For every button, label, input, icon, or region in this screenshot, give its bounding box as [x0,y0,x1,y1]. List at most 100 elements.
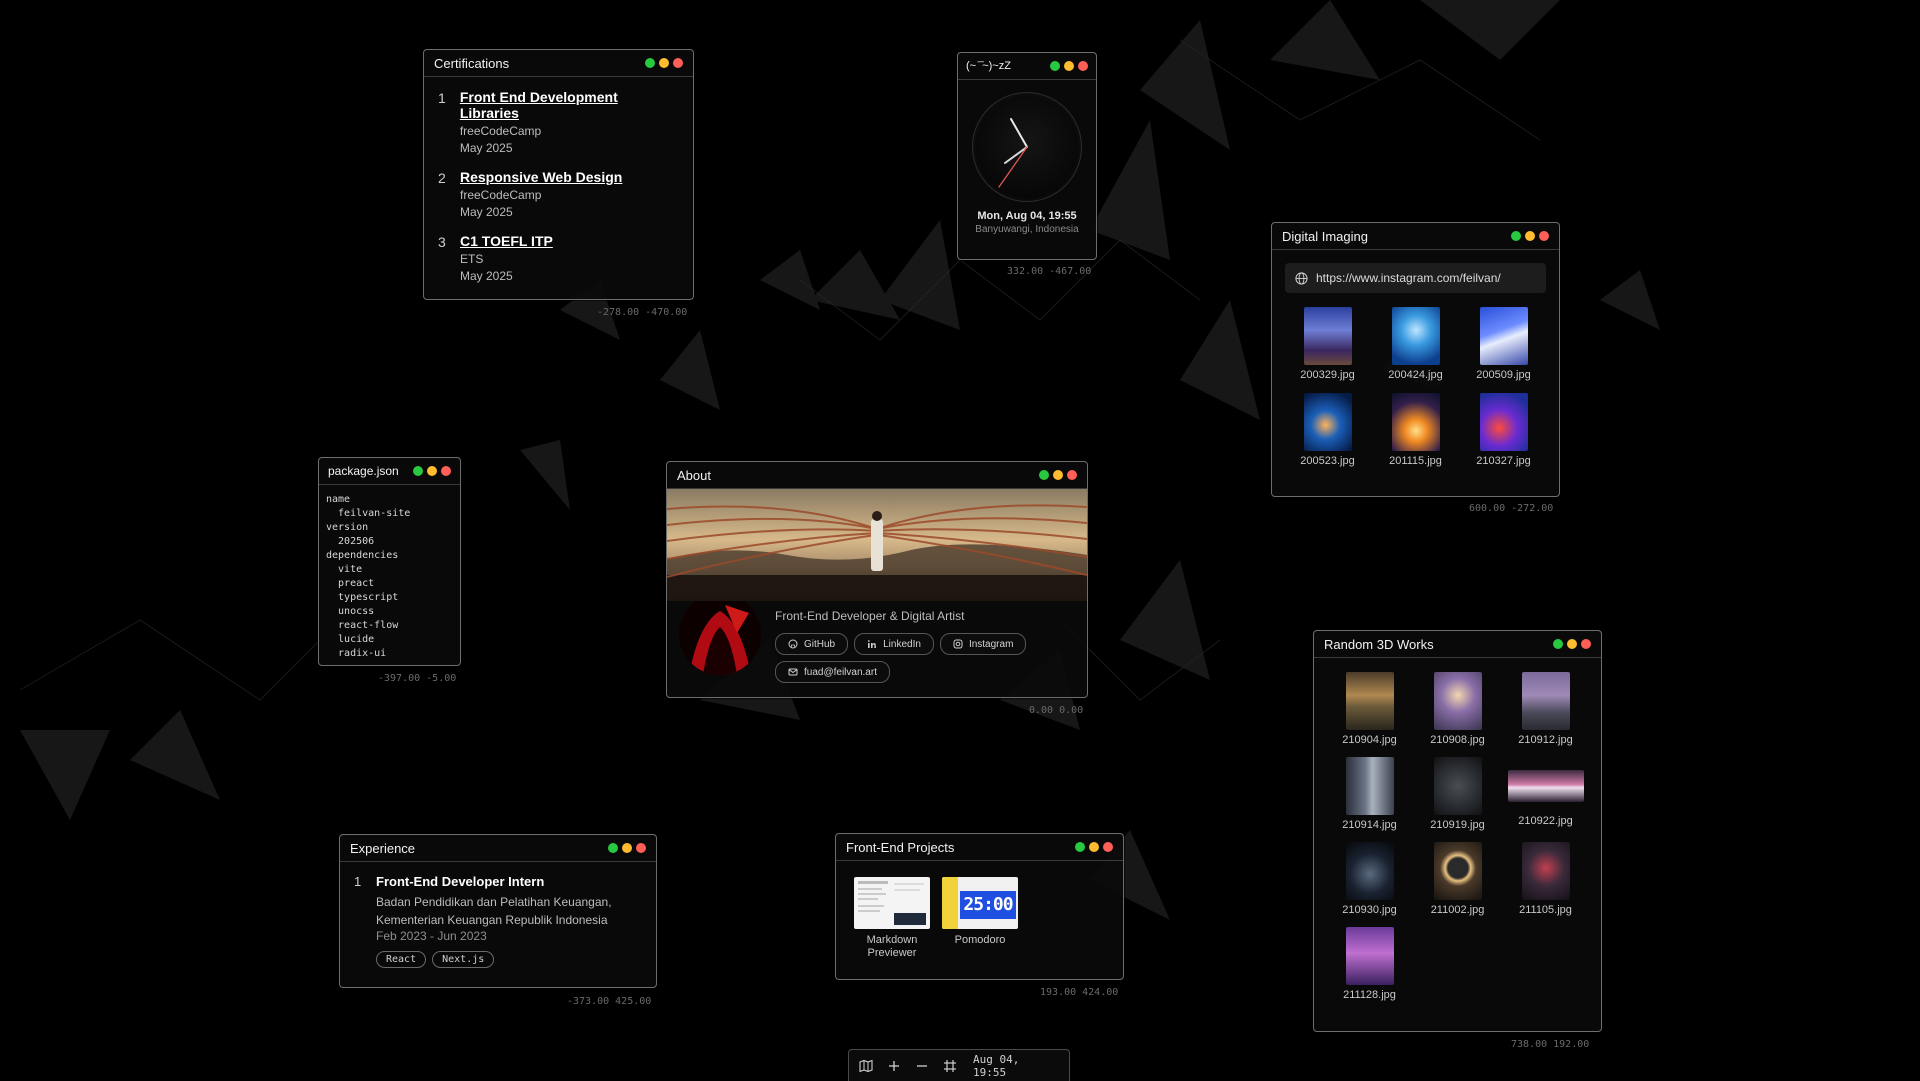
window-titlebar[interactable]: About [667,462,1087,489]
maximize-button[interactable] [1511,231,1521,241]
artwork-image [1391,393,1440,451]
code-line: version [326,522,369,533]
node-coordinates: 600.00 -272.00 [1469,503,1554,514]
minimize-button[interactable] [659,58,669,68]
certification-date: May 2025 [460,205,513,219]
certification-link[interactable]: Responsive Web Design [460,169,622,185]
close-button[interactable] [441,466,451,476]
project-pomodoro[interactable]: 25:00 Pomodoro [942,877,1018,960]
image-thumbnail[interactable]: 210327.jpg [1460,393,1548,467]
random-3d-works-window[interactable]: Random 3D Works 210904.jpg 210908.jpg 21… [1313,630,1602,1032]
image-thumbnail[interactable]: 200523.jpg [1284,393,1372,467]
certification-issuer: ETS [460,252,484,266]
maximize-button[interactable] [1039,470,1049,480]
image-thumbnail[interactable]: 210922.jpg [1502,757,1590,831]
frame-icon[interactable] [943,1059,957,1073]
image-thumbnail[interactable]: 210930.jpg [1326,842,1414,916]
minimize-button[interactable] [1064,61,1074,71]
certification-issuer: freeCodeCamp [460,188,542,202]
minimize-button[interactable] [622,843,632,853]
window-controls [413,466,451,476]
experience-window[interactable]: Experience 1 Front-End Developer Intern … [339,834,657,988]
instagram-url-link[interactable]: https://www.instagram.com/feilvan/ [1285,263,1546,293]
project-markdown-previewer[interactable]: Markdown Previewer [854,877,930,960]
close-button[interactable] [1539,231,1549,241]
close-button[interactable] [673,58,683,68]
code-line: lucide [326,634,375,645]
maximize-button[interactable] [1553,639,1563,649]
front-end-projects-window[interactable]: Front-End Projects Markdown Previewer 25… [835,833,1124,980]
canvas-toolbar: Aug 04, 19:55 [848,1049,1070,1081]
about-window[interactable]: About Front-End Developer & Digital Arti… [666,461,1088,698]
image-thumbnail[interactable]: 211002.jpg [1414,842,1502,916]
window-titlebar[interactable]: Digital Imaging [1272,223,1559,250]
node-coordinates: 193.00 424.00 [1040,987,1119,998]
image-thumbnail[interactable]: 210919.jpg [1414,757,1502,831]
image-thumbnail[interactable]: 210912.jpg [1502,672,1590,746]
package-json-window[interactable]: package.json name feilvan-site version 20… [318,457,461,666]
instagram-link[interactable]: Instagram [939,633,1027,655]
render-image [1433,842,1482,900]
window-title: Experience [350,840,416,856]
minimize-button[interactable] [1053,470,1063,480]
minimize-button[interactable] [1525,231,1535,241]
maximize-button[interactable] [1050,61,1060,71]
maximize-button[interactable] [1075,842,1085,852]
image-filename: 200329.jpg [1300,369,1355,381]
image-thumbnail[interactable]: 210904.jpg [1326,672,1414,746]
window-title: package.json [328,464,399,478]
maximize-button[interactable] [608,843,618,853]
window-controls [645,58,683,68]
code-line: unocss [326,606,375,617]
image-thumbnail[interactable]: 200424.jpg [1372,307,1460,381]
project-label: Previewer [867,947,917,959]
minimize-button[interactable] [1089,842,1099,852]
experience-organization: Badan Pendidikan dan Pelatihan Keuangan, [376,895,612,909]
window-titlebar[interactable]: Random 3D Works [1314,631,1601,658]
minimize-button[interactable] [427,466,437,476]
github-link[interactable]: GitHub [775,633,849,655]
digital-imaging-window[interactable]: Digital Imaging https://www.instagram.co… [1271,222,1560,497]
map-icon[interactable] [859,1059,873,1073]
window-titlebar[interactable]: (~ ̄ ̄~)~zZ [958,53,1096,80]
image-thumbnail[interactable]: 201115.jpg [1372,393,1460,467]
link-label: Instagram [968,638,1014,650]
clock-window[interactable]: (~ ̄ ̄~)~zZ Mon, Aug 04, 19:55 Banyuwang… [957,52,1097,260]
node-coordinates: 738.00 192.00 [1511,1039,1590,1050]
pomodoro-time: 25:00 [963,894,1013,915]
minus-icon[interactable] [915,1059,929,1073]
link-label: GitHub [804,638,836,650]
close-button[interactable] [1078,61,1088,71]
package-json-code: name feilvan-site version 202506 dependenc… [319,485,460,669]
image-thumbnail[interactable]: 211105.jpg [1502,842,1590,916]
window-controls [1050,61,1088,71]
plus-icon[interactable] [887,1059,901,1073]
window-titlebar[interactable]: Front-End Projects [836,834,1123,861]
certification-link[interactable]: Front End Development Libraries [460,89,679,121]
window-titlebar[interactable]: Experience [340,835,656,862]
image-filename: 210919.jpg [1430,819,1485,831]
image-thumbnail[interactable]: 211128.jpg [1326,927,1414,1001]
email-link[interactable]: fuad@feilvan.art [775,661,890,683]
project-label: Pomodoro [954,934,1006,946]
maximize-button[interactable] [645,58,655,68]
window-title: Random 3D Works [1324,636,1434,652]
image-thumbnail[interactable]: 210908.jpg [1414,672,1502,746]
close-button[interactable] [636,843,646,853]
certification-link[interactable]: C1 TOEFL ITP [460,233,553,249]
close-button[interactable] [1067,470,1077,480]
image-thumbnail[interactable]: 210914.jpg [1326,757,1414,831]
window-titlebar[interactable]: Certifications [424,50,693,77]
close-button[interactable] [1581,639,1591,649]
minimize-button[interactable] [1567,639,1577,649]
certifications-window[interactable]: Certifications 1 Front End Development L… [423,49,694,300]
image-thumbnail[interactable]: 200329.jpg [1284,307,1372,381]
linkedin-link[interactable]: LinkedIn [854,633,934,655]
window-title: (~ ̄ ̄~)~zZ [966,60,1011,72]
window-titlebar[interactable]: package.json [319,458,460,485]
image-thumbnail[interactable]: 200509.jpg [1460,307,1548,381]
globe-icon [1295,271,1308,285]
maximize-button[interactable] [413,466,423,476]
code-line: preact [326,578,375,589]
close-button[interactable] [1103,842,1113,852]
